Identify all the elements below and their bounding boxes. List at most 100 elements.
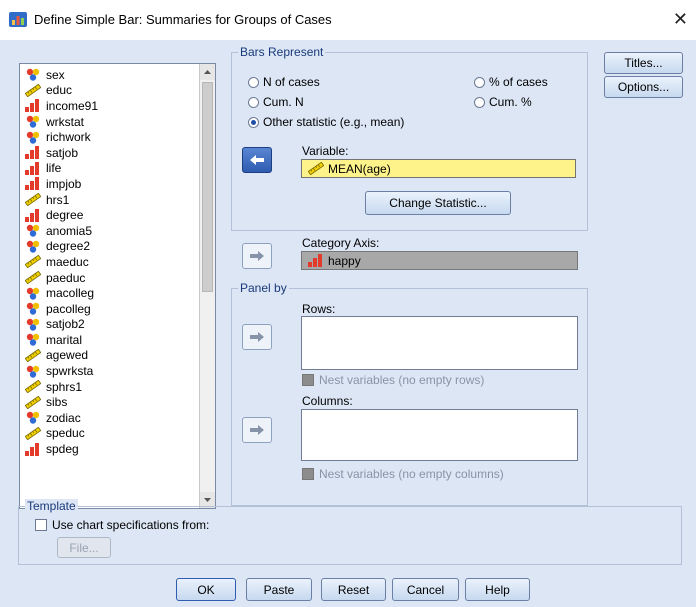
options-button[interactable]: Options... bbox=[604, 76, 683, 98]
variable-list-item[interactable]: wrkstat bbox=[20, 114, 198, 130]
move-to-rows-button[interactable] bbox=[242, 324, 272, 350]
radio-cum-n[interactable]: Cum. N bbox=[248, 95, 304, 109]
help-button[interactable]: Help bbox=[465, 578, 530, 601]
variable-list-item[interactable]: impjob bbox=[20, 176, 198, 192]
variable-list-item[interactable]: pacolleg bbox=[20, 301, 198, 317]
variable-list-item[interactable]: sex bbox=[20, 67, 198, 83]
scale-icon bbox=[25, 348, 41, 362]
category-axis-value: happy bbox=[328, 253, 361, 268]
variable-list-item[interactable]: macolleg bbox=[20, 285, 198, 301]
move-to-columns-button[interactable] bbox=[242, 417, 272, 443]
scale-icon bbox=[25, 193, 41, 207]
ordinal-icon bbox=[25, 161, 39, 175]
variable-name: agewed bbox=[46, 348, 89, 363]
scroll-up-button[interactable] bbox=[200, 64, 215, 80]
panel-by-legend: Panel by bbox=[238, 281, 289, 295]
variable-list-item[interactable]: hrs1 bbox=[20, 192, 198, 208]
move-to-variable-button[interactable] bbox=[242, 147, 272, 173]
nominal-icon bbox=[26, 412, 40, 425]
variable-list-item[interactable]: degree bbox=[20, 207, 198, 223]
variable-list-item[interactable]: paeduc bbox=[20, 270, 198, 286]
variable-list-item[interactable]: educ bbox=[20, 83, 198, 99]
variable-list-item[interactable]: anomia5 bbox=[20, 223, 198, 239]
category-axis-label: Category Axis: bbox=[302, 236, 380, 250]
variable-name: speduc bbox=[46, 426, 85, 441]
variable-name: life bbox=[46, 161, 62, 176]
variable-list-item[interactable]: zodiac bbox=[20, 410, 198, 426]
checkbox-box bbox=[302, 468, 314, 480]
variable-list-item[interactable]: sibs bbox=[20, 394, 198, 410]
use-chart-specs-label: Use chart specifications from: bbox=[52, 518, 210, 532]
bars-represent-legend: Bars Represent bbox=[238, 45, 326, 59]
radio-other-statistic[interactable]: Other statistic (e.g., mean) bbox=[248, 115, 404, 129]
variable-name: maeduc bbox=[46, 254, 89, 269]
arrow-left-icon bbox=[250, 155, 264, 165]
variable-list-item[interactable]: speduc bbox=[20, 426, 198, 442]
variable-list-item[interactable]: income91 bbox=[20, 98, 198, 114]
radio-indicator-selected bbox=[248, 116, 259, 128]
nest-rows-label: Nest variables (no empty rows) bbox=[319, 373, 485, 387]
variable-list-item[interactable]: spdeg bbox=[20, 441, 198, 457]
variable-field-value: MEAN(age) bbox=[328, 161, 391, 176]
variable-items: sex educ income91 wrkstat richwork satjob life… bbox=[20, 67, 198, 457]
variable-list-item[interactable]: spwrksta bbox=[20, 363, 198, 379]
variable-label: Variable: bbox=[302, 144, 349, 158]
variable-name: paeduc bbox=[46, 270, 86, 285]
titles-button[interactable]: Titles... bbox=[604, 52, 683, 74]
move-to-category-axis-button[interactable] bbox=[242, 243, 272, 269]
use-chart-specs-checkbox[interactable]: Use chart specifications from: bbox=[35, 518, 209, 532]
variable-list-scrollbar[interactable] bbox=[199, 64, 215, 508]
variable-list-item[interactable]: satjob2 bbox=[20, 317, 198, 333]
scale-icon bbox=[25, 83, 41, 97]
variable-list-item[interactable]: degree2 bbox=[20, 239, 198, 255]
radio-pct-of-cases[interactable]: % of cases bbox=[474, 75, 548, 89]
reset-button[interactable]: Reset bbox=[321, 578, 386, 601]
variable-list-item[interactable]: sphrs1 bbox=[20, 379, 198, 395]
variable-name: pacolleg bbox=[46, 301, 91, 316]
nominal-icon bbox=[26, 334, 40, 347]
checkbox-box bbox=[302, 374, 314, 386]
radio-indicator bbox=[248, 76, 259, 88]
variable-name: degree bbox=[46, 208, 84, 223]
arrow-right-icon bbox=[250, 251, 264, 261]
variable-list-item[interactable]: richwork bbox=[20, 129, 198, 145]
nominal-icon bbox=[26, 115, 40, 128]
change-statistic-button[interactable]: Change Statistic... bbox=[365, 191, 511, 215]
paste-button[interactable]: Paste bbox=[246, 578, 312, 601]
variable-list-item[interactable]: life bbox=[20, 161, 198, 177]
radio-indicator bbox=[248, 96, 259, 108]
variable-name: sex bbox=[46, 67, 65, 82]
title-bar: Define Simple Bar: Summaries for Groups … bbox=[0, 0, 696, 40]
scroll-up-icon bbox=[204, 70, 211, 74]
variable-name: anomia5 bbox=[46, 223, 93, 238]
variable-list[interactable]: sex educ income91 wrkstat richwork satjob life… bbox=[19, 63, 216, 509]
nest-columns-checkbox[interactable]: Nest variables (no empty columns) bbox=[302, 467, 504, 481]
columns-field[interactable] bbox=[301, 409, 578, 461]
variable-list-item[interactable]: marital bbox=[20, 332, 198, 348]
ok-button[interactable]: OK bbox=[176, 578, 236, 601]
close-icon[interactable]: ✕ bbox=[673, 9, 688, 30]
rows-label: Rows: bbox=[302, 302, 336, 316]
variable-list-item[interactable]: satjob bbox=[20, 145, 198, 161]
rows-field[interactable] bbox=[301, 316, 578, 370]
variable-field[interactable]: MEAN(age) bbox=[301, 159, 576, 178]
variable-name: spwrksta bbox=[46, 364, 94, 379]
variable-list-item[interactable]: agewed bbox=[20, 348, 198, 364]
ordinal-icon bbox=[25, 99, 39, 113]
nest-rows-checkbox[interactable]: Nest variables (no empty rows) bbox=[302, 373, 484, 387]
spss-app-icon bbox=[9, 12, 27, 27]
variable-list-item[interactable]: maeduc bbox=[20, 254, 198, 270]
scroll-thumb[interactable] bbox=[202, 82, 213, 292]
cancel-button[interactable]: Cancel bbox=[392, 578, 459, 601]
nominal-icon bbox=[26, 365, 40, 378]
template-legend: Template bbox=[25, 499, 78, 513]
radio-cum-pct[interactable]: Cum. % bbox=[474, 95, 532, 109]
scale-icon bbox=[25, 426, 41, 440]
radio-pct-of-cases-label: % of cases bbox=[489, 75, 548, 89]
ordinal-icon bbox=[308, 254, 322, 267]
category-axis-field[interactable]: happy bbox=[301, 251, 578, 270]
radio-n-of-cases[interactable]: N of cases bbox=[248, 75, 320, 89]
variable-name: hrs1 bbox=[46, 192, 70, 207]
file-button[interactable]: File... bbox=[57, 537, 111, 558]
radio-indicator bbox=[474, 76, 485, 88]
